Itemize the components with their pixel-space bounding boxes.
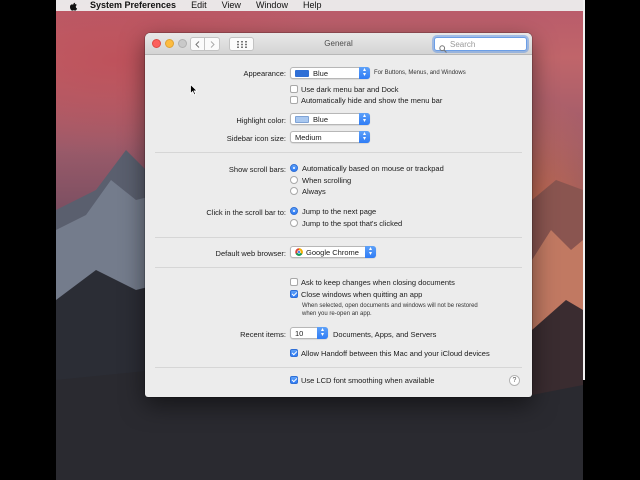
lcd-font-smoothing-label[interactable]: Use LCD font smoothing when available	[301, 376, 434, 385]
apple-menu-icon[interactable]	[69, 1, 78, 11]
default-browser-label: Default web browser:	[215, 249, 286, 258]
menu-help[interactable]: Help	[303, 0, 322, 11]
recent-items-popup[interactable]: 10 ▴ ▾	[290, 327, 328, 339]
help-button[interactable]: ?	[509, 375, 520, 386]
popup-stepper-icon: ▴ ▾	[365, 246, 376, 258]
recent-items-value: 10	[295, 328, 304, 338]
scroll-bars-when-scrolling-radio[interactable]	[290, 176, 298, 184]
mouse-pointer-icon	[190, 84, 198, 96]
highlight-swatch	[295, 115, 309, 123]
popup-stepper-icon: ▴ ▾	[359, 113, 370, 125]
menu-window[interactable]: Window	[256, 0, 288, 11]
general-preferences-window: General Appearance: Blue ▴▾ For Buttons,…	[145, 33, 532, 397]
jump-to-spot-radio[interactable]	[290, 219, 298, 227]
close-windows-note-line1: When selected, open documents and window…	[302, 303, 478, 309]
search-icon	[439, 40, 447, 53]
scroll-bars-always-radio[interactable]	[290, 187, 298, 195]
menu-edit[interactable]: Edit	[191, 0, 207, 11]
close-windows-checkbox[interactable]	[290, 290, 298, 298]
ask-keep-changes-label[interactable]: Ask to keep changes when closing documen…	[301, 278, 455, 287]
dark-menu-bar-checkbox[interactable]	[290, 85, 298, 93]
highlight-color-value: Blue	[313, 114, 329, 124]
click-scroll-bar-label: Click in the scroll bar to:	[206, 208, 286, 217]
popup-stepper-icon: ▴ ▾	[317, 327, 328, 339]
ask-keep-changes-checkbox[interactable]	[290, 278, 298, 286]
divider	[155, 267, 522, 268]
default-browser-value: Google Chrome	[306, 247, 359, 257]
popup-stepper-icon: ▴ ▾	[359, 131, 370, 143]
jump-to-spot-label[interactable]: Jump to the spot that's clicked	[302, 219, 402, 228]
scroll-bars-when-scrolling-label[interactable]: When scrolling	[302, 176, 351, 185]
appearance-value: Blue	[313, 68, 329, 78]
menu-app-name[interactable]: System Preferences	[90, 0, 176, 11]
appearance-note: For Buttons, Menus, and Windows	[374, 70, 466, 76]
search-field-container[interactable]	[434, 37, 527, 53]
appearance-popup[interactable]: Blue ▴ ▾	[290, 67, 370, 79]
menu-bar: System Preferences Edit View Window Help	[56, 0, 583, 11]
default-browser-popup[interactable]: Google Chrome ▴ ▾	[290, 246, 376, 258]
jump-next-page-radio[interactable]	[290, 207, 298, 215]
sidebar-icon-size-label: Sidebar icon size:	[226, 134, 286, 143]
close-windows-note-line2: when you re-open an app.	[302, 311, 372, 317]
jump-next-page-label[interactable]: Jump to the next page	[302, 207, 376, 216]
handoff-checkbox[interactable]	[290, 349, 298, 357]
menu-view[interactable]: View	[222, 0, 241, 11]
sidebar-icon-size-popup[interactable]: Medium ▴ ▾	[290, 131, 370, 143]
recent-items-suffix: Documents, Apps, and Servers	[333, 330, 437, 339]
close-windows-label[interactable]: Close windows when quitting an app	[301, 290, 422, 299]
popup-stepper-icon: ▴ ▾	[359, 67, 370, 79]
auto-hide-menu-checkbox[interactable]	[290, 96, 298, 104]
highlight-color-popup[interactable]: Blue ▴ ▾	[290, 113, 370, 125]
divider	[155, 237, 522, 238]
divider	[155, 367, 522, 368]
recent-items-label: Recent items:	[240, 330, 286, 339]
show-scroll-bars-label: Show scroll bars:	[228, 165, 286, 174]
search-input[interactable]	[450, 39, 520, 49]
chrome-icon	[295, 248, 303, 256]
lcd-font-smoothing-checkbox[interactable]	[290, 376, 298, 384]
adjacent-window-strip	[583, 0, 640, 480]
dark-menu-bar-label[interactable]: Use dark menu bar and Dock	[301, 85, 399, 94]
appearance-swatch	[295, 69, 309, 77]
scroll-bars-always-label[interactable]: Always	[302, 187, 326, 196]
handoff-label[interactable]: Allow Handoff between this Mac and your …	[301, 349, 490, 358]
highlight-color-label: Highlight color:	[236, 116, 286, 125]
title-bar: General	[145, 33, 532, 55]
scroll-bars-auto-radio[interactable]	[290, 164, 298, 172]
appearance-label: Appearance:	[243, 69, 286, 78]
divider	[155, 152, 522, 153]
scroll-bars-auto-label[interactable]: Automatically based on mouse or trackpad	[302, 164, 444, 173]
sidebar-icon-size-value: Medium	[295, 132, 322, 142]
auto-hide-menu-label[interactable]: Automatically hide and show the menu bar	[301, 96, 442, 105]
